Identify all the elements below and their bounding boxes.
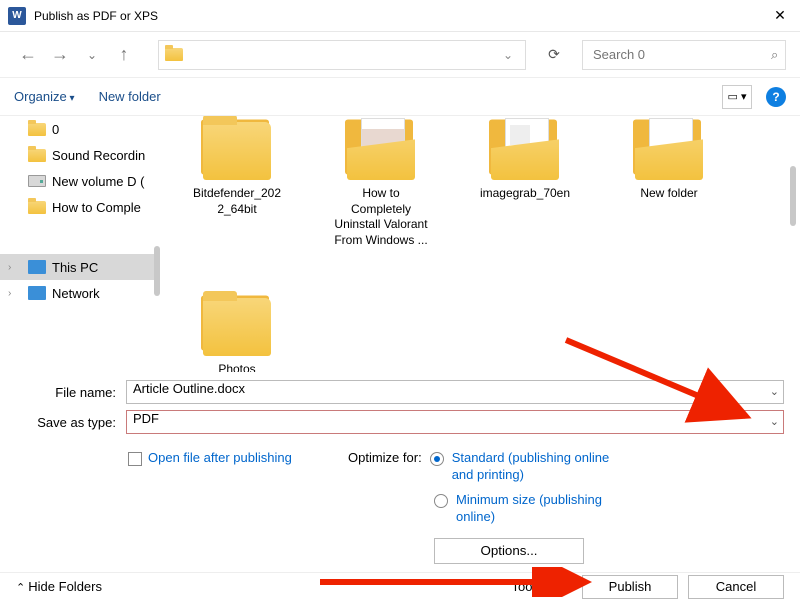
type-value: PDF: [133, 411, 159, 426]
tree-item[interactable]: How to Comple: [0, 194, 160, 220]
drive-icon: [28, 175, 46, 187]
filename-value: Article Outline.docx: [133, 381, 245, 396]
folder-label: New folder: [622, 186, 716, 202]
radio-minimum-label[interactable]: Minimum size (publishing online): [456, 492, 626, 526]
chevron-right-icon[interactable]: ›: [8, 262, 11, 273]
tree-item[interactable]: 0: [0, 116, 160, 142]
radio-standard[interactable]: [430, 452, 444, 466]
folder-icon: [28, 123, 46, 136]
tree-label: Network: [52, 286, 100, 301]
tree-label: 0: [52, 122, 59, 137]
optimize-label: Optimize for:: [348, 450, 422, 465]
options-button[interactable]: Options...: [434, 538, 584, 564]
word-icon: W: [8, 7, 26, 25]
radio-minimum[interactable]: [434, 494, 448, 508]
search-input[interactable]: [591, 46, 771, 63]
window-title: Publish as PDF or XPS: [34, 9, 760, 23]
tree-item[interactable]: Sound Recordin: [0, 142, 160, 168]
annotation-arrow: [320, 567, 620, 597]
folder-icon: [347, 122, 415, 180]
tree-label: New volume D (: [52, 174, 144, 189]
tree-label: How to Comple: [52, 200, 141, 215]
tree-label: This PC: [52, 260, 98, 275]
close-button[interactable]: ✕: [760, 0, 800, 32]
nav-toolbar: ← → ⌄ ↑ ⌄ ⟳ ⌕: [0, 32, 800, 78]
help-button[interactable]: ?: [766, 87, 786, 107]
folder-item[interactable]: Photos: [190, 298, 284, 372]
search-box[interactable]: ⌕: [582, 40, 786, 70]
organize-menu[interactable]: Organize: [14, 89, 75, 104]
chevron-right-icon[interactable]: ›: [8, 288, 11, 299]
folder-icon: [491, 122, 559, 180]
title-bar: W Publish as PDF or XPS ✕: [0, 0, 800, 32]
up-button[interactable]: ↑: [110, 41, 138, 69]
forward-button[interactable]: →: [46, 41, 74, 69]
type-label: Save as type:: [0, 415, 126, 430]
hide-folders-toggle[interactable]: Hide Folders: [16, 579, 102, 594]
folder-item[interactable]: New folder: [622, 122, 716, 248]
chevron-down-icon[interactable]: ⌄: [497, 48, 519, 62]
folder-label: Photos: [190, 362, 284, 372]
folder-label: How to Completely Uninstall Valorant Fro…: [334, 186, 428, 248]
command-bar: Organize New folder ▭ ▾ ?: [0, 78, 800, 116]
network-icon: [28, 286, 46, 300]
pc-icon: [28, 260, 46, 274]
open-after-checkbox[interactable]: Open file after publishing: [128, 450, 348, 564]
folder-icon: [635, 122, 703, 180]
filename-label: File name:: [0, 385, 126, 400]
tree-network[interactable]: › Network: [0, 280, 160, 306]
tree-item[interactable]: New volume D (: [0, 168, 160, 194]
refresh-button[interactable]: ⟳: [540, 46, 568, 63]
folder-label: Bitdefender_2022_64bit: [190, 186, 284, 217]
folder-icon: [28, 149, 46, 162]
folder-icon: [203, 298, 271, 356]
nav-tree: 0 Sound Recordin New volume D ( How to C…: [0, 116, 160, 372]
tree-label: Sound Recordin: [52, 148, 145, 163]
back-button[interactable]: ←: [14, 41, 42, 69]
folder-icon: [165, 48, 183, 61]
cancel-button[interactable]: Cancel: [688, 575, 784, 599]
scrollbar[interactable]: [790, 166, 796, 226]
search-icon[interactable]: ⌕: [771, 47, 778, 63]
view-mode-button[interactable]: ▭ ▾: [722, 85, 752, 109]
open-after-label: Open file after publishing: [148, 450, 292, 465]
new-folder-button[interactable]: New folder: [99, 89, 161, 104]
folder-item[interactable]: Bitdefender_2022_64bit: [190, 122, 284, 248]
tree-this-pc[interactable]: › This PC: [0, 254, 160, 280]
folder-icon: [28, 201, 46, 214]
annotation-arrow: [556, 330, 776, 440]
folder-item[interactable]: imagegrab_70en: [478, 122, 572, 248]
folder-icon: [203, 122, 271, 180]
address-bar[interactable]: ⌄: [158, 40, 526, 70]
folder-label: imagegrab_70en: [478, 186, 572, 202]
folder-item[interactable]: How to Completely Uninstall Valorant Fro…: [334, 122, 428, 248]
checkbox-icon: [128, 452, 142, 466]
radio-standard-label[interactable]: Standard (publishing online and printing…: [452, 450, 622, 484]
recent-dropdown[interactable]: ⌄: [78, 41, 106, 69]
